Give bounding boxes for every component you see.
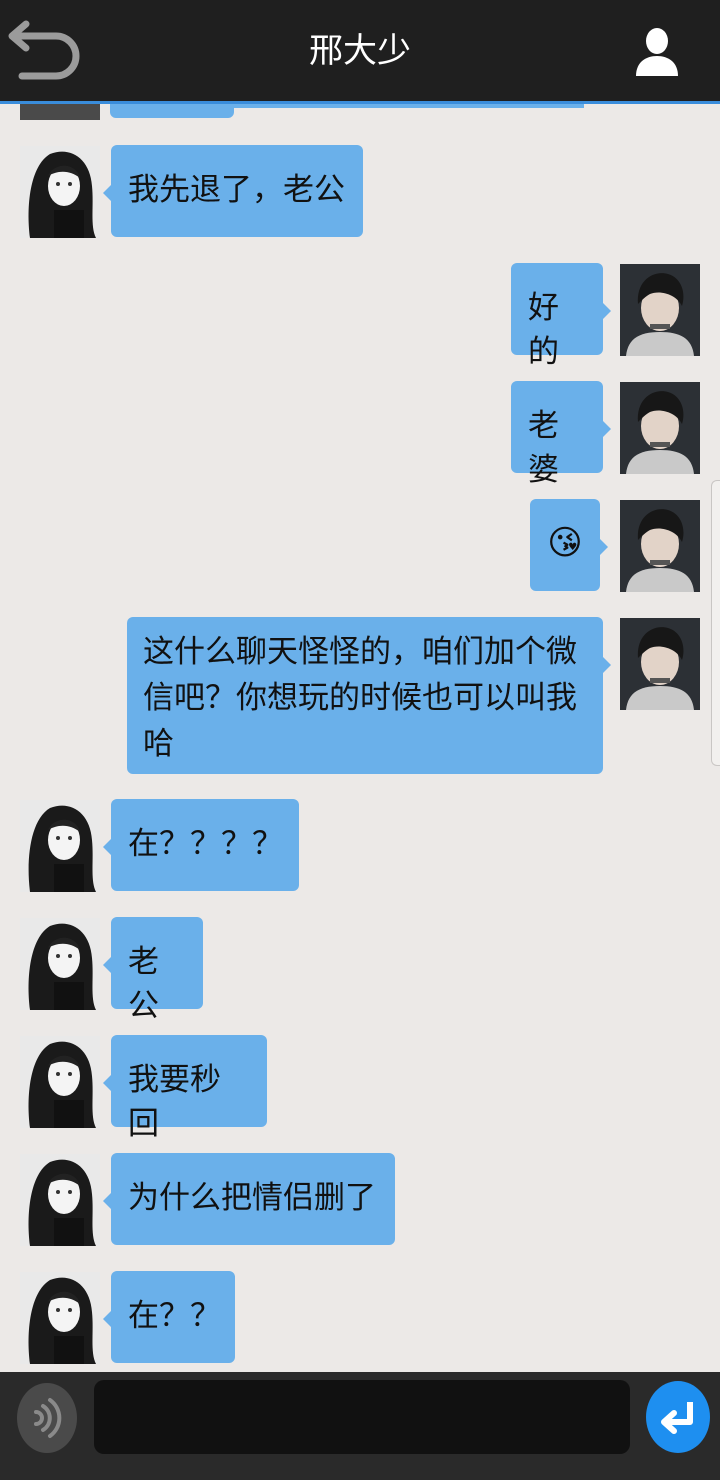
message-bubble[interactable]: 在？？？？ — [103, 799, 299, 891]
contact-avatar[interactable] — [20, 1272, 100, 1364]
contact-avatar[interactable] — [20, 800, 100, 892]
my-avatar[interactable] — [620, 264, 700, 356]
scrollbar[interactable] — [711, 480, 720, 766]
message-text: 好的 — [528, 290, 559, 370]
my-avatar[interactable] — [620, 382, 700, 474]
partial-previous-bubble — [110, 104, 234, 118]
message-bubble[interactable]: 我先退了，老公 — [103, 145, 363, 237]
voice-button[interactable] — [16, 1382, 78, 1454]
message-bubble[interactable]: 老公 — [103, 917, 203, 1024]
my-avatar[interactable] — [620, 500, 700, 592]
top-bar: 邢大少 — [0, 0, 720, 104]
message-list[interactable]: 我先退了，老公 好的 老婆 😘 这什么聊天怪怪的，咱们加个微 信吧？你想玩的时候… — [0, 104, 720, 1372]
send-button[interactable] — [646, 1380, 710, 1454]
profile-button[interactable] — [634, 26, 680, 78]
message-bubble[interactable]: 老婆 — [511, 381, 611, 488]
partial-previous-avatar — [20, 104, 100, 120]
contact-avatar[interactable] — [20, 918, 100, 1010]
contact-avatar[interactable] — [20, 1036, 100, 1128]
message-text: 我要秒回 — [128, 1062, 221, 1142]
contact-avatar[interactable] — [20, 146, 100, 238]
partial-previous-bubble-right — [234, 104, 584, 108]
message-bubble[interactable]: 我要秒回 — [103, 1035, 267, 1142]
message-text: 我先退了，老公 — [128, 172, 345, 208]
message-bubble[interactable]: 在？？ — [103, 1271, 235, 1363]
message-text: 老公 — [128, 944, 159, 1024]
kiss-emoji-icon: 😘 — [547, 523, 583, 563]
person-icon — [636, 28, 678, 76]
contact-avatar[interactable] — [20, 1154, 100, 1246]
message-bubble[interactable]: 好的 — [511, 263, 611, 370]
message-text: 老婆 — [528, 408, 559, 488]
message-text: 在？？？？ — [128, 826, 283, 862]
voice-icon — [17, 1383, 77, 1453]
message-bubble[interactable]: 😘 — [530, 499, 608, 591]
page-title: 邢大少 — [309, 31, 411, 71]
message-text-line: 哈 — [143, 726, 174, 762]
enter-icon — [646, 1381, 710, 1453]
message-text: 为什么把情侣删了 — [128, 1180, 376, 1216]
message-text-line: 这什么聊天怪怪的，咱们加个微 — [143, 634, 577, 670]
message-input[interactable] — [94, 1380, 630, 1454]
message-text-line: 信吧？你想玩的时候也可以叫我 — [143, 680, 577, 716]
message-bubble[interactable]: 为什么把情侣删了 — [103, 1153, 395, 1245]
message-text: 在？？ — [128, 1298, 221, 1334]
input-bar — [0, 1372, 720, 1480]
message-bubble[interactable]: 这什么聊天怪怪的，咱们加个微 信吧？你想玩的时候也可以叫我 哈 — [127, 617, 611, 774]
my-avatar[interactable] — [620, 618, 700, 710]
